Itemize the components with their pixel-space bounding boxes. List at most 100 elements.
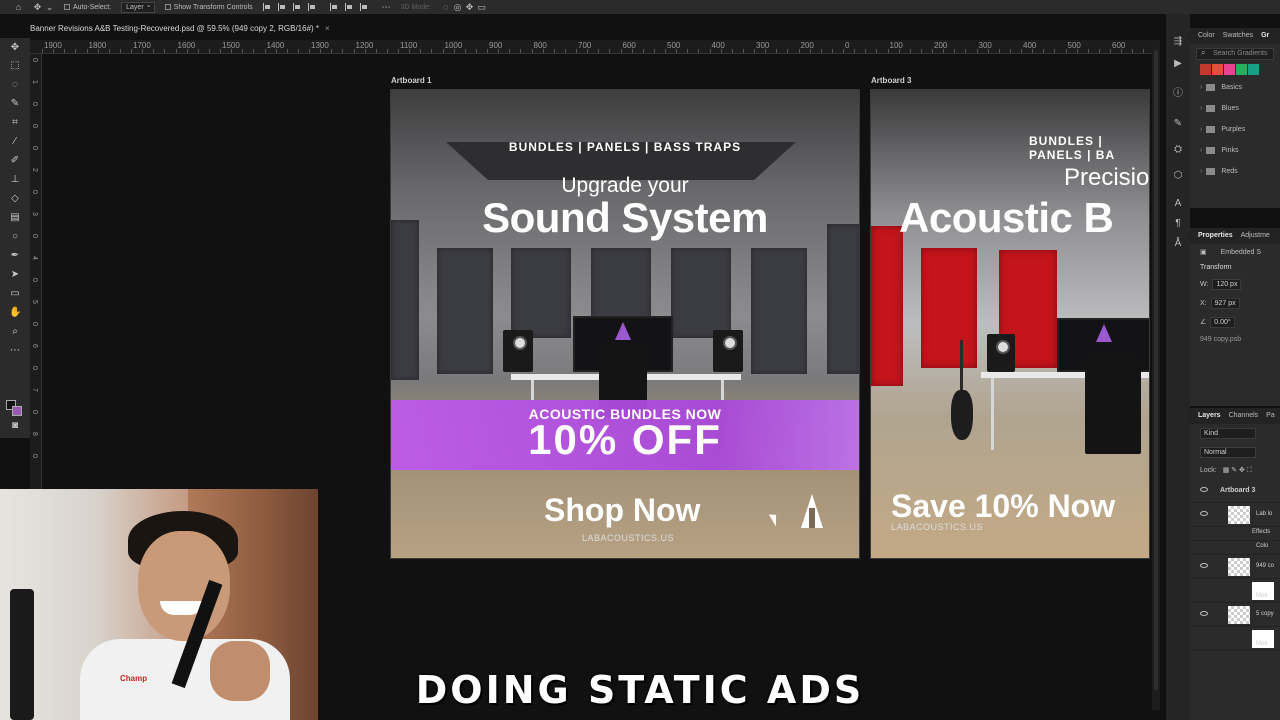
clone-source-icon[interactable]: ⛭ [1172, 144, 1184, 156]
3d-roll-icon[interactable]: ◎ [453, 2, 462, 12]
tab-adjustments[interactable]: Adjustme [1241, 228, 1270, 244]
gradient-folder-reds[interactable]: › Reds [1190, 161, 1280, 182]
align-left-button[interactable] [262, 3, 271, 11]
crop-tool-icon[interactable]: ⌗ [9, 117, 21, 129]
glyphs-icon[interactable]: Å [1172, 238, 1184, 250]
tab-paths[interactable]: Pa [1266, 408, 1275, 424]
canvas-scrollbar[interactable] [1152, 40, 1160, 710]
scrollbar-thumb[interactable] [1154, 50, 1158, 690]
move-tool-icon[interactable]: ✥ [33, 2, 42, 12]
ruler-tick [253, 49, 254, 53]
history-icon[interactable]: ⇶ [1172, 36, 1184, 48]
gradient-folder-purples[interactable]: › Purples [1190, 119, 1280, 140]
ruler-tick [576, 49, 577, 53]
visibility-eye-icon[interactable] [1200, 511, 1208, 516]
marquee-tool-icon[interactable]: ⬚ [9, 60, 21, 72]
stamp-tool-icon[interactable]: ⊥ [9, 174, 21, 186]
pen-tool-icon[interactable]: ✒ [9, 250, 21, 262]
dodge-tool-icon[interactable]: ○ [9, 231, 21, 243]
3d-video-icon[interactable]: ▭ [477, 2, 486, 12]
ruler-tick [787, 49, 788, 53]
gradient-swatch[interactable] [1212, 64, 1223, 75]
3d-icon[interactable]: ⬡ [1172, 170, 1184, 182]
gradient-swatch[interactable] [1224, 64, 1235, 75]
visibility-eye-icon[interactable] [1200, 611, 1208, 616]
tab-swatches[interactable]: Swatches [1223, 28, 1253, 44]
background-color-swatch[interactable] [12, 406, 22, 416]
artboard-3[interactable]: BUNDLES | PANELS | BA Precisio Acoustic … [870, 89, 1150, 559]
gradient-tool-icon[interactable]: ▤ [9, 212, 21, 224]
paragraph-icon[interactable]: ¶ [1172, 218, 1184, 230]
distribute-button[interactable] [307, 3, 316, 11]
quick-mask-icon[interactable]: ◙ [9, 420, 21, 432]
close-tab-icon[interactable]: × [325, 24, 330, 33]
ruler-tick [542, 49, 544, 53]
layer-kind-filter[interactable]: Kind [1200, 428, 1256, 439]
gradient-folder-basics[interactable]: › Basics [1190, 77, 1280, 98]
ruler-tick-label: 0 [31, 454, 38, 458]
layer-effect-row[interactable]: Colo [1190, 541, 1280, 555]
artboard-1[interactable]: BUNDLES | PANELS | BASS TRAPS Upgrade yo… [390, 89, 860, 559]
blend-mode-select[interactable]: Normal [1200, 447, 1256, 458]
visibility-eye-icon[interactable] [1200, 563, 1208, 568]
ruler-tick [698, 49, 699, 53]
character-icon[interactable]: A [1172, 198, 1184, 210]
more-tools-icon[interactable]: ⋯ [9, 345, 21, 357]
gradient-folder-blues[interactable]: › Blues [1190, 98, 1280, 119]
width-field[interactable]: 120 px [1212, 279, 1242, 290]
shape-tool-icon[interactable]: ▭ [9, 288, 21, 300]
gradient-swatch[interactable] [1236, 64, 1247, 75]
zoom-tool-icon[interactable]: ⌕ [9, 326, 21, 338]
artboard-3-label[interactable]: Artboard 3 [871, 76, 911, 85]
artboard-1-label[interactable]: Artboard 1 [391, 76, 431, 85]
path-select-tool-icon[interactable]: ➤ [9, 269, 21, 281]
tab-color[interactable]: Color [1198, 28, 1215, 44]
tab-layers[interactable]: Layers [1198, 408, 1221, 424]
align-right-button[interactable] [292, 3, 301, 11]
document-tab[interactable]: Banner Revisions A&B Testing-Recovered.p… [30, 20, 330, 38]
hand-tool-icon[interactable]: ✋ [9, 307, 21, 319]
align-middle-button[interactable] [344, 3, 353, 11]
angle-field[interactable]: 0.00° [1210, 317, 1235, 328]
ruler-tick [86, 49, 88, 53]
layer-row[interactable]: Lab lo [1190, 503, 1280, 527]
smart-filter-row[interactable]: Moti [1190, 627, 1280, 651]
eyedropper-tool-icon[interactable]: ⁄ [9, 136, 21, 148]
move-tool-icon[interactable]: ✥ [9, 42, 21, 54]
layer-row[interactable]: 5 copy [1190, 603, 1280, 627]
show-transform-checkbox[interactable] [164, 4, 171, 10]
play-icon[interactable]: ▶ [1172, 58, 1184, 70]
gradient-swatch[interactable] [1248, 64, 1259, 75]
align-top-button[interactable] [329, 3, 338, 11]
more-icon[interactable]: ⋯ [382, 2, 391, 12]
layer-thumbnail [1228, 558, 1250, 576]
brush-tool-icon[interactable]: ✐ [9, 155, 21, 167]
ruler-tick [53, 49, 54, 53]
align-center-button[interactable] [277, 3, 286, 11]
auto-select-target-dropdown[interactable]: Layer [121, 1, 155, 13]
eraser-tool-icon[interactable]: ◇ [9, 193, 21, 205]
gradient-folder-pinks[interactable]: › Pinks [1190, 140, 1280, 161]
tab-channels[interactable]: Channels [1229, 408, 1259, 424]
brush-settings-icon[interactable]: ✎ [1172, 118, 1184, 130]
x-field[interactable]: 927 px [1210, 298, 1240, 309]
3d-orbit-icon[interactable]: ◌ [441, 2, 450, 12]
3d-pan-icon[interactable]: ✥ [465, 2, 474, 12]
auto-select-checkbox[interactable] [64, 4, 70, 10]
lasso-tool-icon[interactable]: ◌ [9, 79, 21, 91]
info-icon[interactable]: ⓘ [1172, 88, 1184, 100]
visibility-eye-icon[interactable] [1200, 487, 1208, 492]
gradient-swatch[interactable] [1200, 64, 1211, 75]
smart-filter-row[interactable]: Moti [1190, 579, 1280, 603]
home-icon[interactable]: ⌂ [14, 2, 23, 12]
layer-row[interactable]: 949 co [1190, 555, 1280, 579]
layer-effects-row[interactable]: Effects [1190, 527, 1280, 541]
layer-row-artboard-3[interactable]: Artboard 3 [1190, 479, 1280, 503]
quick-select-tool-icon[interactable]: ✎ [9, 98, 21, 110]
align-bottom-button[interactable] [359, 3, 368, 11]
chevron-down-icon[interactable]: ⌄ [45, 2, 54, 12]
tab-properties[interactable]: Properties [1198, 228, 1233, 244]
gradient-search-input[interactable]: Search Gradients [1196, 48, 1274, 60]
lock-icons[interactable]: ▦ ✎ ✥ ⛶ [1223, 467, 1252, 474]
tab-gradients[interactable]: Gr [1261, 28, 1269, 44]
